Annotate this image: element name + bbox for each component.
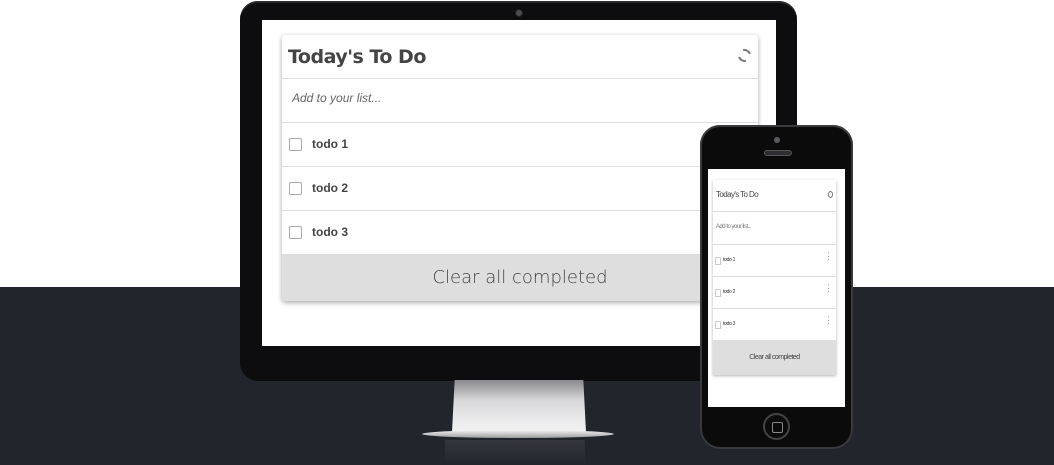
card-header: Today's To Do bbox=[282, 35, 758, 79]
stand-reflection bbox=[445, 440, 585, 465]
todo-label: todo 3 bbox=[312, 225, 348, 239]
mobile-clear-completed-button[interactable]: Clear all completed bbox=[713, 341, 836, 375]
mobile-todo-item[interactable]: todo 2 ⋮ bbox=[713, 277, 836, 309]
phone-camera bbox=[774, 137, 780, 143]
clear-completed-button[interactable]: Clear all completed bbox=[282, 255, 758, 301]
phone-screen: Today's To Do Add to your list... todo 1… bbox=[708, 169, 845, 407]
mobile-todo-checkbox[interactable] bbox=[715, 289, 721, 297]
more-vertical-icon[interactable]: ⋮ bbox=[824, 252, 833, 261]
todo-checkbox[interactable] bbox=[289, 226, 302, 239]
mobile-add-placeholder: Add to your list... bbox=[716, 224, 752, 230]
page-title: Today's To Do bbox=[288, 46, 426, 68]
more-vertical-icon[interactable]: ⋮ bbox=[824, 316, 833, 325]
mobile-todo-item[interactable]: todo 1 ⋮ bbox=[713, 245, 836, 277]
refresh-icon[interactable] bbox=[828, 191, 833, 198]
todo-item[interactable]: todo 2 bbox=[282, 167, 758, 211]
todo-checkbox[interactable] bbox=[289, 138, 302, 151]
todo-item[interactable]: todo 1 bbox=[282, 123, 758, 167]
more-vertical-icon[interactable]: ⋮ bbox=[824, 284, 833, 293]
mobile-card-header: Today's To Do bbox=[713, 180, 836, 212]
phone-speaker bbox=[764, 150, 792, 156]
todo-checkbox[interactable] bbox=[289, 182, 302, 195]
mobile-todo-checkbox[interactable] bbox=[715, 321, 721, 329]
monitor-stand bbox=[452, 380, 586, 432]
add-todo-input[interactable] bbox=[292, 91, 732, 105]
todo-label: todo 1 bbox=[312, 137, 348, 151]
mobile-todo-item[interactable]: todo 3 ⋮ bbox=[713, 309, 836, 341]
todo-label: todo 2 bbox=[312, 181, 348, 195]
todo-item[interactable]: todo 3 bbox=[282, 211, 758, 255]
mobile-todo-checkbox[interactable] bbox=[715, 257, 721, 265]
todo-card: Today's To Do todo 1 todo 2 todo 3 Clear… bbox=[282, 35, 758, 301]
mobile-todo-label: todo 2 bbox=[723, 289, 736, 295]
phone-device: Today's To Do Add to your list... todo 1… bbox=[700, 125, 853, 449]
mobile-todo-card: Today's To Do Add to your list... todo 1… bbox=[713, 180, 836, 375]
mobile-todo-label: todo 3 bbox=[723, 321, 736, 327]
mobile-add-row[interactable]: Add to your list... bbox=[713, 212, 836, 245]
refresh-icon[interactable] bbox=[735, 46, 754, 65]
mobile-todo-label: todo 1 bbox=[723, 257, 736, 263]
desktop-screen: Today's To Do todo 1 todo 2 todo 3 Clear… bbox=[262, 20, 776, 346]
mobile-page-title: Today's To Do bbox=[716, 190, 759, 199]
phone-home-button bbox=[763, 413, 790, 440]
add-row bbox=[282, 79, 758, 123]
webcam bbox=[515, 9, 523, 17]
monitor-stand-base bbox=[422, 430, 614, 438]
